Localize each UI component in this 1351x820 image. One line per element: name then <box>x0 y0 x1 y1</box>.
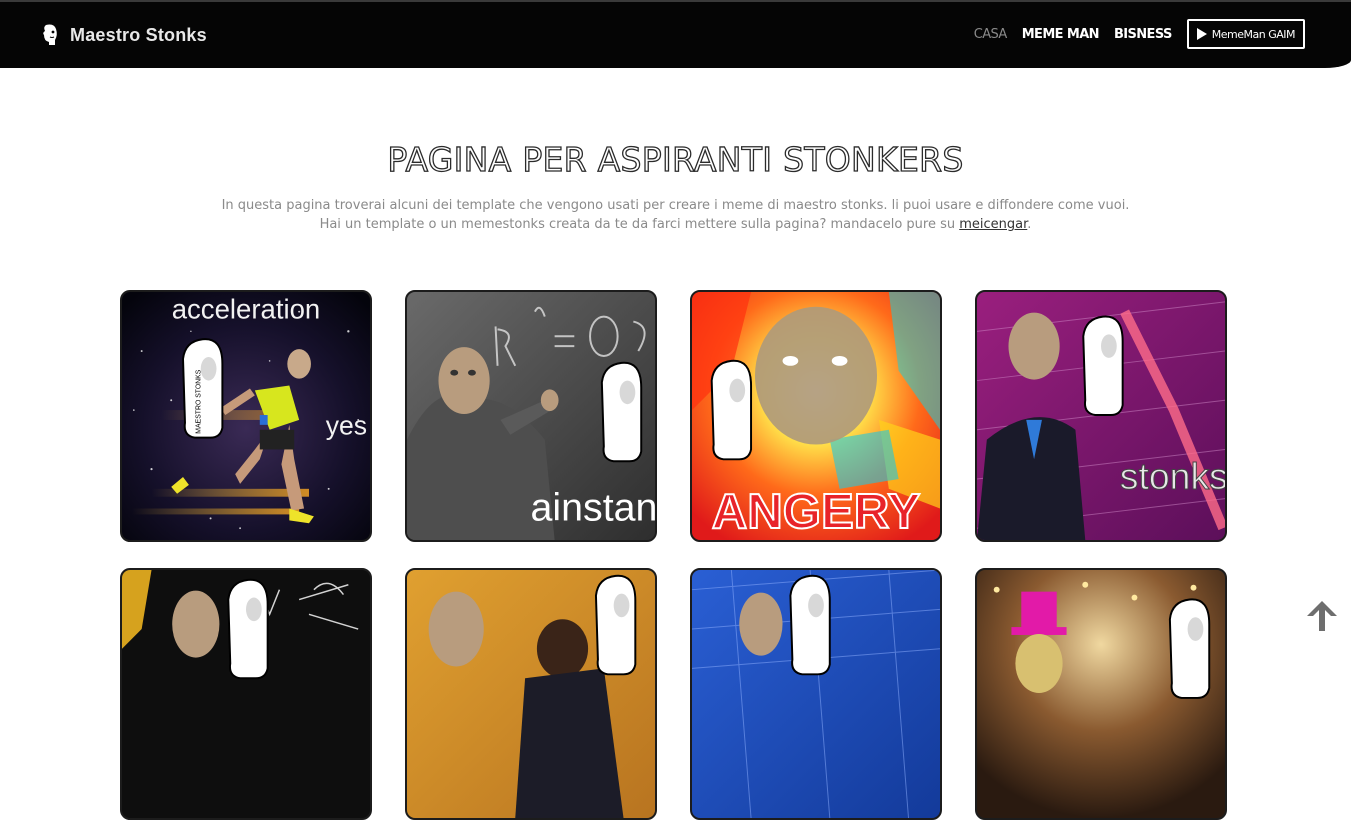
intro-text: In questa pagina troverai alcuni dei tem… <box>0 196 1351 234</box>
template-card-stonks[interactable]: stonks <box>975 290 1227 542</box>
meme-image-market <box>692 570 940 818</box>
meme-image-angery: ANGERY <box>692 292 940 540</box>
scroll-to-top-button[interactable] <box>1304 598 1340 634</box>
meme-image-obama <box>407 570 655 818</box>
meicengar-link[interactable]: meicengar <box>959 217 1027 232</box>
template-card-acceleration[interactable]: MAESTRO STONKS acceleration yes <box>120 290 372 542</box>
meme-man-head-icon <box>43 24 57 45</box>
arrow-up-icon <box>1307 601 1337 631</box>
template-card-angery[interactable]: ANGERY <box>690 290 942 542</box>
meme-image-circus <box>977 570 1225 818</box>
caption-stonks: stonks <box>1120 455 1225 497</box>
meme-image-ainstan: ainstan <box>407 292 655 540</box>
template-card-math[interactable] <box>120 568 372 820</box>
play-icon <box>1196 28 1207 40</box>
mememan-gaim-label: MemeMan GAIM <box>1211 27 1296 41</box>
nav-link-bisness[interactable]: BISNESS <box>1114 27 1172 42</box>
caption-yes: yes <box>326 411 367 441</box>
template-card-circus[interactable] <box>975 568 1227 820</box>
page-title: PAGINA PER ASPIRANTI STONKERS <box>387 139 964 179</box>
intro-line-2: Hai un template o un memestonks creata d… <box>319 217 960 232</box>
nav-link-meme-man[interactable]: MEME MAN <box>1022 27 1100 42</box>
mememan-gaim-button[interactable]: MemeMan GAIM <box>1186 19 1305 49</box>
intro-line-1: In questa pagina troverai alcuni dei tem… <box>221 198 1130 213</box>
intro-line-2-end: . <box>1027 217 1032 232</box>
watermark-text: MAESTRO STONKS <box>196 369 203 433</box>
meme-image-acceleration: MAESTRO STONKS acceleration yes <box>122 292 370 540</box>
meme-image-math <box>122 570 370 818</box>
template-card-ainstan[interactable]: ainstan <box>405 290 657 542</box>
nav-link-casa[interactable]: CASA <box>974 27 1008 42</box>
nav-links: CASA MEME MAN BISNESS MemeMan GAIM <box>974 19 1305 49</box>
template-card-market[interactable] <box>690 568 942 820</box>
caption-ainstan: ainstan <box>531 485 655 529</box>
brand-name: Maestro Stonks <box>70 24 207 45</box>
template-card-obama[interactable] <box>405 568 657 820</box>
top-navbar: Maestro Stonks CASA MEME MAN BISNESS Mem… <box>0 0 1351 68</box>
caption-angery: ANGERY <box>712 484 921 539</box>
meme-image-stonks: stonks <box>977 292 1225 540</box>
brand-link[interactable]: Maestro Stonks <box>40 22 207 48</box>
template-gallery: MAESTRO STONKS acceleration yes ainstan … <box>120 290 1230 820</box>
caption-acceleration: acceleration <box>172 294 321 325</box>
